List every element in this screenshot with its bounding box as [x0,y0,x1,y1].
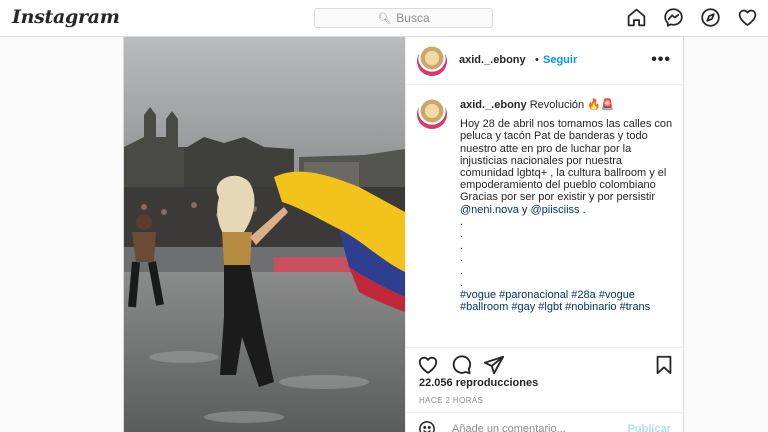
mention-link-piisciiss[interactable]: @piisciiss [531,204,580,216]
post-details-panel: axid._.ebony • Seguir ••• axid._.ebony R… [405,37,685,432]
caption-dot: . [460,264,464,277]
save-bookmark-icon[interactable] [653,354,675,376]
caption-hashtags[interactable]: #vogue #paronacional #28a #vogue #ballro… [460,289,678,313]
comment-bubble-icon[interactable] [450,354,472,376]
post-username[interactable]: axid._.ebony [459,54,526,66]
caption-dot: . [460,252,464,265]
like-heart-icon[interactable] [417,354,439,376]
caption-dot: . [460,276,464,289]
search-placeholder: Busca [396,11,430,25]
more-options-icon[interactable]: ••• [651,51,671,69]
instagram-logo[interactable]: Instagram [12,6,120,28]
header-separator: • [535,54,539,66]
nav-icon-group [626,7,758,28]
post-card: axid._.ebony • Seguir ••• axid._.ebony R… [123,37,685,432]
search-icon: 🔍︎ [377,12,392,25]
post-date: HACE 2 HORAS [419,396,484,405]
share-send-icon[interactable] [483,354,505,376]
mention-link-neni-nova[interactable]: @neni.nova [460,204,519,216]
caption-dot: . [460,240,464,253]
video-frame [124,37,405,432]
explore-compass-icon[interactable] [700,7,721,28]
post-header: axid._.ebony • Seguir ••• [406,37,685,85]
caption-headline: Revolución 🔥🚨 [529,99,615,111]
view-count[interactable]: 22.056 reproducciones [419,377,538,389]
heart-icon[interactable] [737,7,758,28]
publish-button[interactable]: Publicar [628,423,671,432]
caption-dot: . [460,228,464,241]
caption-avatar[interactable] [417,99,447,129]
post-actions: 22.056 reproducciones HACE 2 HORAS Añade… [406,347,685,432]
caption-body: Hoy 28 de abril nos tomamos las calles c… [460,118,673,204]
caption-connector: y [518,203,531,216]
avatar[interactable] [417,46,447,76]
caption-text: axid._.ebony Revolución 🔥🚨 Hoy 28 de abr… [460,99,678,313]
comment-input[interactable]: Añade un comentario... [452,423,566,432]
follow-button[interactable]: Seguir [543,54,577,66]
home-icon[interactable] [626,7,647,28]
post-video[interactable] [124,37,405,432]
action-icon-row [417,354,674,376]
top-navigation-bar: Instagram 🔍︎ Busca [0,0,768,37]
emoji-icon[interactable] [418,420,436,432]
caption-body-end: . [579,203,586,216]
add-comment-bar: Añade un comentario... Publicar [406,412,685,432]
caption-dot: . [460,215,464,228]
caption-username[interactable]: axid._.ebony [460,99,527,111]
messenger-icon[interactable] [663,7,684,28]
search-box[interactable]: 🔍︎ Busca [314,8,493,28]
caption-section: axid._.ebony Revolución 🔥🚨 Hoy 28 de abr… [406,85,685,347]
